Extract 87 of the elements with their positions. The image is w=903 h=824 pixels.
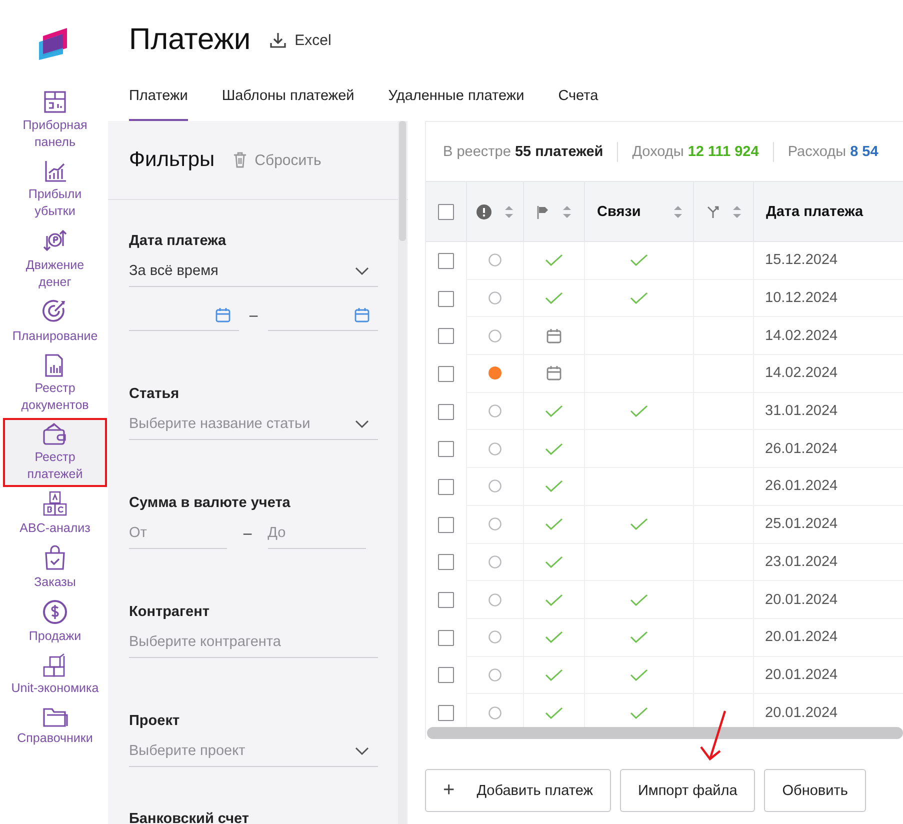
money-flow-icon [42, 228, 68, 254]
date-cell: 14.02.2024 [753, 355, 903, 393]
row-checkbox[interactable] [438, 366, 454, 382]
date-cell: 20.01.2024 [753, 581, 903, 619]
reset-button[interactable]: Сбросить [232, 152, 322, 168]
nav-item[interactable]: Реестр платежей [3, 418, 107, 487]
sort-icon [562, 204, 572, 218]
row-checkbox[interactable] [438, 290, 454, 307]
chevron-down-icon [354, 418, 370, 428]
nav-item[interactable]: Приборная панель [3, 86, 107, 155]
filter-label: Статья [129, 386, 180, 402]
refresh-button[interactable]: Обновить [764, 769, 866, 812]
row-checkbox[interactable] [438, 328, 454, 344]
add-payment-button[interactable]: + Добавить платеж [425, 769, 611, 812]
range-separator: – [249, 306, 258, 324]
nav-item[interactable]: Заказы [3, 541, 107, 595]
date-cell: 20.01.2024 [753, 656, 903, 694]
flag-icon [536, 204, 550, 218]
dollar-coin-icon [42, 599, 68, 625]
filter-label: Банковский счет [129, 811, 250, 824]
nav-item[interactable]: Unit-экономика [3, 649, 107, 701]
dashboard-icon [43, 90, 67, 114]
row-checkbox[interactable] [438, 667, 454, 684]
nav-item[interactable]: ABC-анализ [3, 487, 107, 541]
nav-item[interactable]: Движение денег [3, 224, 107, 295]
date-cell: 26.01.2024 [753, 430, 903, 468]
filter-label: Контрагент [129, 604, 210, 620]
date-cell: 14.02.2024 [753, 317, 903, 356]
page-title: Платежи [129, 23, 251, 57]
wallet-icon [42, 422, 68, 446]
chevron-down-icon [354, 266, 370, 276]
trash-icon [232, 152, 247, 168]
summary-text: В реестре 55 платежей [443, 142, 618, 162]
date-cell: 15.12.2024 [753, 242, 903, 280]
nav-item[interactable]: Справочники [3, 701, 107, 751]
import-file-button[interactable]: Импорт файла [620, 769, 756, 812]
row-checkbox[interactable] [438, 441, 454, 458]
filter-label: Сумма в валюте учета [129, 495, 292, 511]
summary-text: Расходы 8 54 [788, 142, 880, 162]
row-checkbox[interactable] [438, 630, 454, 646]
date-cell: 20.01.2024 [753, 618, 903, 657]
row-checkbox[interactable] [438, 516, 454, 533]
calendar-icon [354, 306, 370, 322]
bar-chart-icon [43, 159, 67, 183]
shopping-bag-icon [43, 545, 67, 571]
row-checkbox[interactable] [438, 554, 454, 570]
date-cell: 23.01.2024 [753, 544, 903, 582]
tab[interactable]: Счета [558, 80, 598, 121]
sort-icon [504, 204, 514, 218]
row-checkbox[interactable] [438, 592, 454, 608]
horizontal-scrollbar[interactable] [427, 727, 903, 739]
row-checkbox[interactable] [438, 404, 454, 420]
sort-icon [732, 204, 742, 218]
branch-icon [706, 204, 720, 218]
blocks-icon [42, 491, 68, 517]
filter-label: Дата платежа [129, 233, 228, 249]
target-icon [42, 299, 68, 325]
date-cell: 26.01.2024 [753, 468, 903, 506]
tab[interactable]: Шаблоны платежей [222, 80, 354, 121]
date-cell: 10.12.2024 [753, 280, 903, 318]
row-checkbox[interactable] [438, 252, 454, 269]
column-header[interactable]: Дата платежа [753, 182, 903, 241]
row-checkbox[interactable] [438, 705, 454, 722]
nav-item[interactable]: Прибыли убытки [3, 155, 107, 224]
select-all-checkbox[interactable] [438, 204, 454, 220]
dropdown-field[interactable]: За всё время [129, 255, 378, 287]
date-cell: 25.01.2024 [753, 506, 903, 544]
summary-text: Доходы 12 111 924 [632, 142, 774, 162]
nav-item[interactable]: Продажи [3, 595, 107, 649]
annotation-arrow [698, 709, 728, 763]
calendar-icon [215, 306, 232, 322]
scrollbar-thumb[interactable] [399, 121, 406, 241]
column-header[interactable]: Связи [584, 182, 693, 241]
nav-item[interactable]: Планирование [3, 295, 107, 349]
range-separator: – [243, 524, 252, 542]
excel-export-button[interactable]: Excel [268, 31, 332, 49]
chevron-down-icon [354, 746, 370, 756]
date-cell: 31.01.2024 [753, 392, 903, 430]
nav-item[interactable]: Реестр документов [3, 349, 107, 418]
tab[interactable]: Удаленные платежи [388, 80, 524, 121]
folder-icon [42, 705, 68, 727]
filters-title: Фильтры [129, 148, 215, 172]
download-icon [268, 31, 287, 49]
filter-label: Проект [129, 713, 181, 729]
row-checkbox[interactable] [438, 478, 454, 495]
alert-icon [476, 204, 492, 220]
sort-icon [673, 204, 683, 218]
